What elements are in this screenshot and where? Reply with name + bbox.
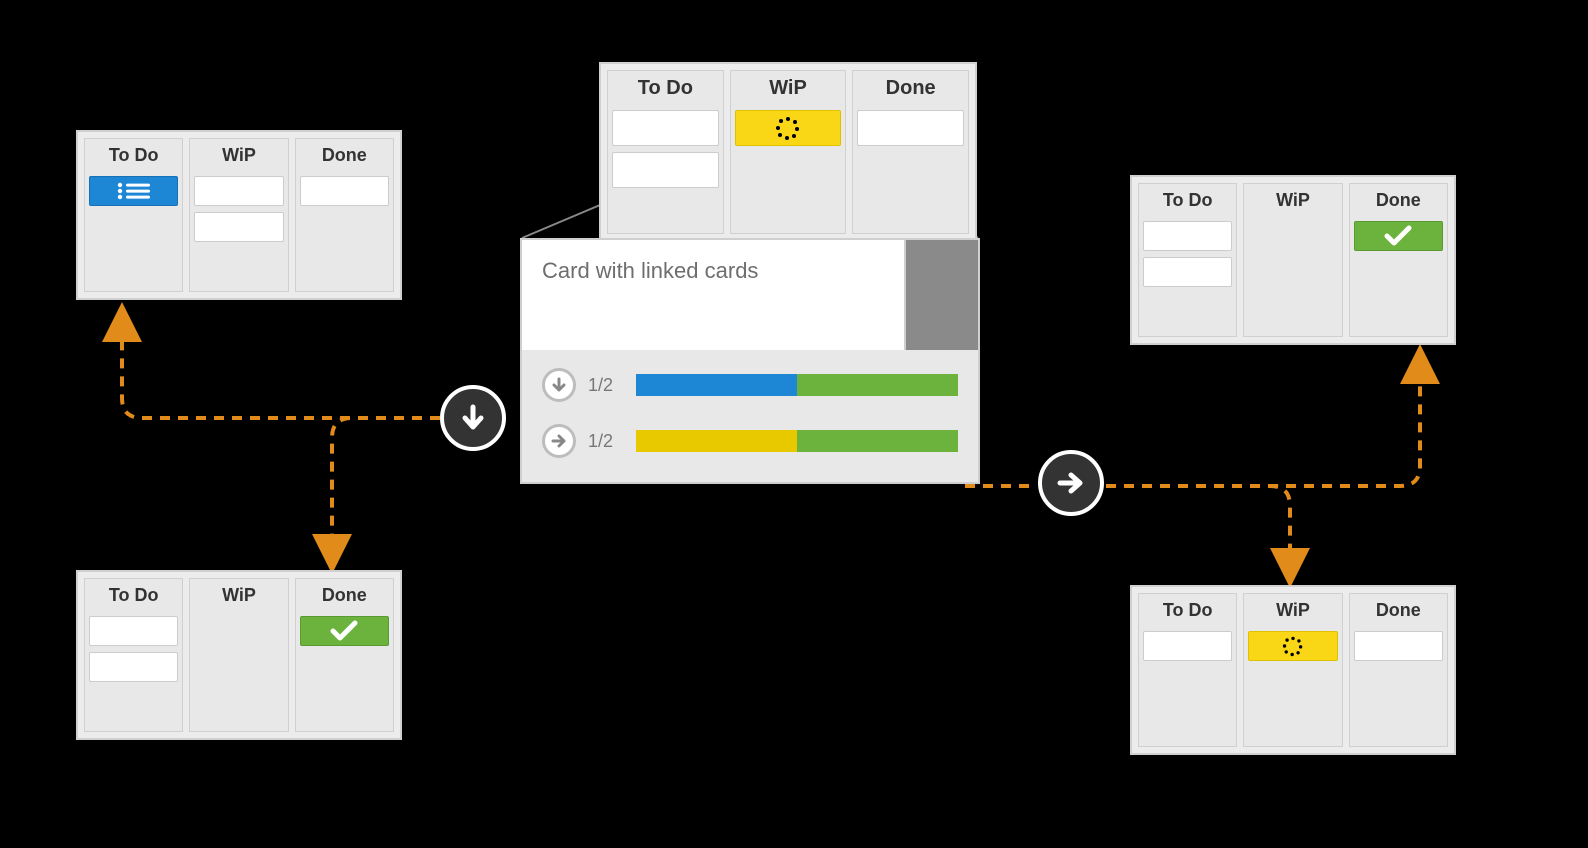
- badge-related: [1038, 450, 1104, 516]
- column-wip: WiP: [189, 578, 288, 732]
- card-blank[interactable]: [612, 110, 719, 146]
- column-header-todo: To Do: [612, 75, 719, 104]
- column-header-done: Done: [300, 583, 389, 610]
- card-loading[interactable]: [1248, 631, 1337, 661]
- card-blank[interactable]: [194, 176, 283, 206]
- linked-row-children: 1/2: [542, 368, 958, 402]
- arrow-right-icon: [1054, 466, 1088, 500]
- card-blank[interactable]: [1143, 631, 1232, 661]
- column-done: Done: [1349, 183, 1448, 337]
- column-header-done: Done: [1354, 188, 1443, 215]
- check-icon: [1384, 225, 1412, 247]
- loading-dots-icon: [775, 115, 801, 141]
- column-header-wip: WiP: [194, 143, 283, 170]
- column-header-wip: WiP: [735, 75, 842, 104]
- detail-title: Card with linked cards: [522, 240, 904, 350]
- arrow-right-icon: [551, 433, 567, 449]
- column-header-todo: To Do: [89, 583, 178, 610]
- column-todo: To Do: [1138, 183, 1237, 337]
- arrow-to-bottom-right: [1106, 486, 1290, 572]
- column-todo: To Do: [84, 138, 183, 292]
- card-blank[interactable]: [1354, 631, 1443, 661]
- column-todo: To Do: [607, 70, 724, 234]
- column-header-todo: To Do: [89, 143, 178, 170]
- board-top-center: To Do WiP Done: [599, 62, 977, 242]
- arrow-to-top-right: [1106, 360, 1420, 486]
- arrow-to-top-left: [122, 318, 440, 418]
- badge-children: [440, 385, 506, 451]
- card-blank[interactable]: [194, 212, 283, 242]
- card-blank[interactable]: [300, 176, 389, 206]
- board-bottom-right: To Do WiP Done: [1130, 585, 1456, 755]
- list-icon: [114, 181, 154, 201]
- column-wip: WiP: [1243, 183, 1342, 337]
- arrow-down-icon: [456, 401, 490, 435]
- related-progress-bar: [636, 430, 958, 452]
- progress-segment-green: [797, 430, 958, 452]
- column-header-done: Done: [1354, 598, 1443, 625]
- column-wip: WiP: [730, 70, 847, 234]
- expand-children-button[interactable]: [542, 368, 576, 402]
- column-done: Done: [295, 578, 394, 732]
- column-done: Done: [1349, 593, 1448, 747]
- detail-body: 1/2 1/2: [522, 350, 978, 482]
- card-list[interactable]: [89, 176, 178, 206]
- card-detail-panel: Card with linked cards 1/2 1/2: [520, 238, 980, 484]
- column-todo: To Do: [1138, 593, 1237, 747]
- progress-segment-blue: [636, 374, 797, 396]
- expand-related-button[interactable]: [542, 424, 576, 458]
- card-blank[interactable]: [89, 652, 178, 682]
- detail-header: Card with linked cards: [522, 240, 978, 350]
- column-header-wip: WiP: [1248, 188, 1337, 215]
- column-done: Done: [852, 70, 969, 234]
- detail-thumbnail: [904, 240, 978, 350]
- column-todo: To Do: [84, 578, 183, 732]
- board-top-right: To Do WiP Done: [1130, 175, 1456, 345]
- card-blank[interactable]: [1143, 221, 1232, 251]
- children-progress-bar: [636, 374, 958, 396]
- card-blank[interactable]: [612, 152, 719, 188]
- card-done[interactable]: [1354, 221, 1443, 251]
- column-wip: WiP: [1243, 593, 1342, 747]
- children-fraction: 1/2: [588, 375, 624, 396]
- related-fraction: 1/2: [588, 431, 624, 452]
- column-header-wip: WiP: [194, 583, 283, 610]
- arrow-to-bottom-left: [332, 418, 440, 558]
- column-wip: WiP: [189, 138, 288, 292]
- check-icon: [330, 620, 358, 642]
- progress-segment-yellow: [636, 430, 797, 452]
- card-blank[interactable]: [1143, 257, 1232, 287]
- linked-row-related: 1/2: [542, 424, 958, 458]
- board-top-left: To Do WiP Done: [76, 130, 402, 300]
- column-header-done: Done: [300, 143, 389, 170]
- board-bottom-left: To Do WiP Done: [76, 570, 402, 740]
- column-header-todo: To Do: [1143, 188, 1232, 215]
- arrow-down-icon: [551, 377, 567, 393]
- progress-segment-green: [797, 374, 958, 396]
- column-done: Done: [295, 138, 394, 292]
- card-loading[interactable]: [735, 110, 842, 146]
- column-header-done: Done: [857, 75, 964, 104]
- card-blank[interactable]: [89, 616, 178, 646]
- column-header-todo: To Do: [1143, 598, 1232, 625]
- column-header-wip: WiP: [1248, 598, 1337, 625]
- loading-dots-icon: [1282, 635, 1304, 657]
- card-done[interactable]: [300, 616, 389, 646]
- card-blank[interactable]: [857, 110, 964, 146]
